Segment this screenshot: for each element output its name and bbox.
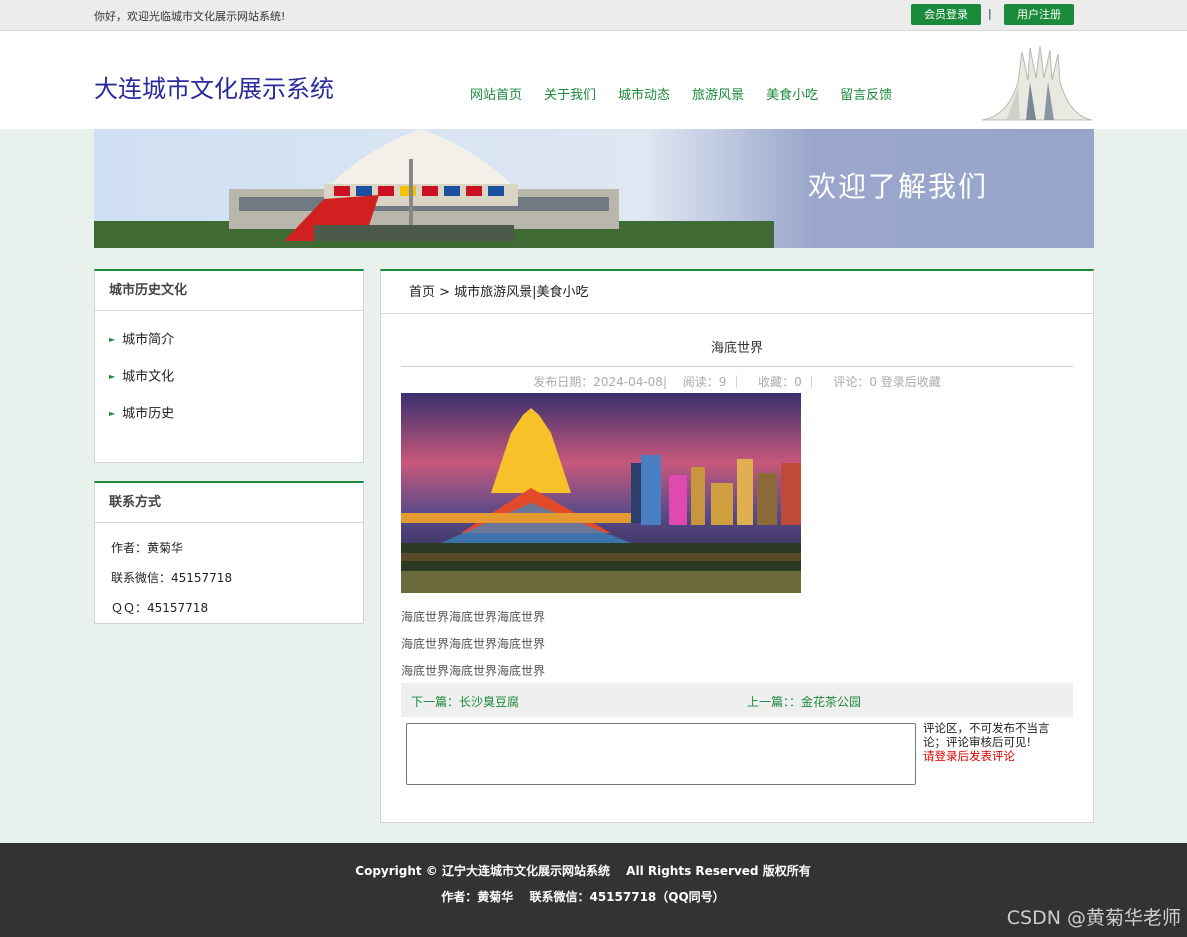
breadcrumb[interactable]: 首页 > 城市旅游风景|美食小吃 bbox=[381, 271, 1093, 314]
article-paragraph: 海底世界海底世界海底世界 bbox=[401, 637, 546, 651]
history-culture-panel: 城市历史文化 ► 城市简介 ► 城市文化 ► 城市历史 bbox=[94, 269, 364, 463]
arrow-right-icon: ► bbox=[109, 335, 116, 344]
nav-scenery[interactable]: 旅游风景 bbox=[692, 84, 744, 103]
sidebar-item-label: 城市文化 bbox=[122, 369, 175, 385]
topbar-separator: | bbox=[988, 7, 992, 20]
comment-note: 评论区，不可发布不当言论；评论审核后可见! 请登录后发表评论 bbox=[923, 721, 1063, 763]
nav-home[interactable]: 网站首页 bbox=[470, 84, 522, 103]
logo-building-icon bbox=[981, 45, 1093, 121]
sidebar-item-city-culture[interactable]: ► 城市文化 bbox=[109, 362, 363, 399]
top-bar: 你好，欢迎光临城市文化展示网站系统! 会员登录 | 用户注册 bbox=[0, 0, 1187, 31]
login-button[interactable]: 会员登录 bbox=[911, 4, 981, 25]
register-button[interactable]: 用户注册 bbox=[1004, 4, 1074, 25]
contact-panel: 联系方式 作者：黄菊华 联系微信：45157718 ＱＱ：45157718 bbox=[94, 481, 364, 624]
title-divider bbox=[401, 366, 1073, 367]
comment-note-text: 评论区，不可发布不当言论；评论审核后可见! bbox=[923, 721, 1050, 749]
footer-copyright: Copyright © 辽宁大连城市文化展示网站系统 All Rights Re… bbox=[355, 864, 811, 878]
welcome-text: 你好，欢迎光临城市文化展示网站系统! bbox=[94, 10, 286, 23]
article-paragraph: 海底世界海底世界海底世界 bbox=[401, 664, 546, 678]
contact-wechat: 联系微信：45157718 bbox=[111, 571, 233, 585]
watermark: CSDN @黄菊华老师 bbox=[1006, 907, 1181, 929]
nav-about[interactable]: 关于我们 bbox=[544, 84, 596, 103]
site-header: 大连城市文化展示系统 网站首页 关于我们 城市动态 旅游风景 美食小吃 留言反馈 bbox=[0, 31, 1187, 129]
article-meta: 发布日期：2024-04-08| 阅读：9 ｜ 收藏：0 ｜ 评论：0 登录后收… bbox=[533, 375, 941, 389]
contact-panel-title: 联系方式 bbox=[95, 483, 363, 523]
article-panel: 首页 > 城市旅游风景|美食小吃 海底世界 发布日期：2024-04-08| 阅… bbox=[380, 269, 1094, 823]
article-paragraph: 海底世界海底世界海底世界 bbox=[401, 610, 546, 624]
comment-login-link[interactable]: 请登录后发表评论 bbox=[923, 749, 1015, 763]
footer-contact: 作者：黄菊华 联系微信：45157718（QQ同号） bbox=[441, 890, 725, 904]
banner: 欢迎了解我们 bbox=[94, 129, 1094, 248]
contact-qq: ＱＱ：45157718 bbox=[111, 601, 209, 615]
sidebar-item-label: 城市简介 bbox=[122, 332, 175, 348]
contact-author: 作者：黄菊华 bbox=[111, 541, 184, 555]
main-nav: 网站首页 关于我们 城市动态 旅游风景 美食小吃 留言反馈 bbox=[470, 84, 914, 103]
prev-next-bar: 下一篇：长沙臭豆腐 上一篇：：金花茶公园 bbox=[401, 683, 1073, 717]
nav-feedback[interactable]: 留言反馈 bbox=[840, 84, 892, 103]
article-title: 海底世界 bbox=[710, 341, 763, 356]
arrow-right-icon: ► bbox=[109, 372, 116, 381]
article-image bbox=[401, 393, 801, 593]
next-article-link[interactable]: 下一篇：长沙臭豆腐 bbox=[411, 693, 519, 710]
history-panel-title: 城市历史文化 bbox=[95, 271, 363, 311]
site-title[interactable]: 大连城市文化展示系统 bbox=[94, 69, 334, 104]
nav-food[interactable]: 美食小吃 bbox=[766, 84, 818, 103]
sidebar-item-city-history[interactable]: ► 城市历史 bbox=[109, 399, 363, 436]
sidebar-item-city-intro[interactable]: ► 城市简介 bbox=[109, 325, 363, 362]
history-list: ► 城市简介 ► 城市文化 ► 城市历史 bbox=[95, 311, 363, 436]
nav-news[interactable]: 城市动态 bbox=[618, 84, 670, 103]
prev-article-link[interactable]: 上一篇：：金花茶公园 bbox=[747, 693, 861, 710]
banner-welcome-text: 欢迎了解我们 bbox=[808, 170, 989, 203]
arrow-right-icon: ► bbox=[109, 409, 116, 418]
comment-input[interactable] bbox=[406, 723, 916, 785]
sidebar-item-label: 城市历史 bbox=[122, 406, 175, 422]
